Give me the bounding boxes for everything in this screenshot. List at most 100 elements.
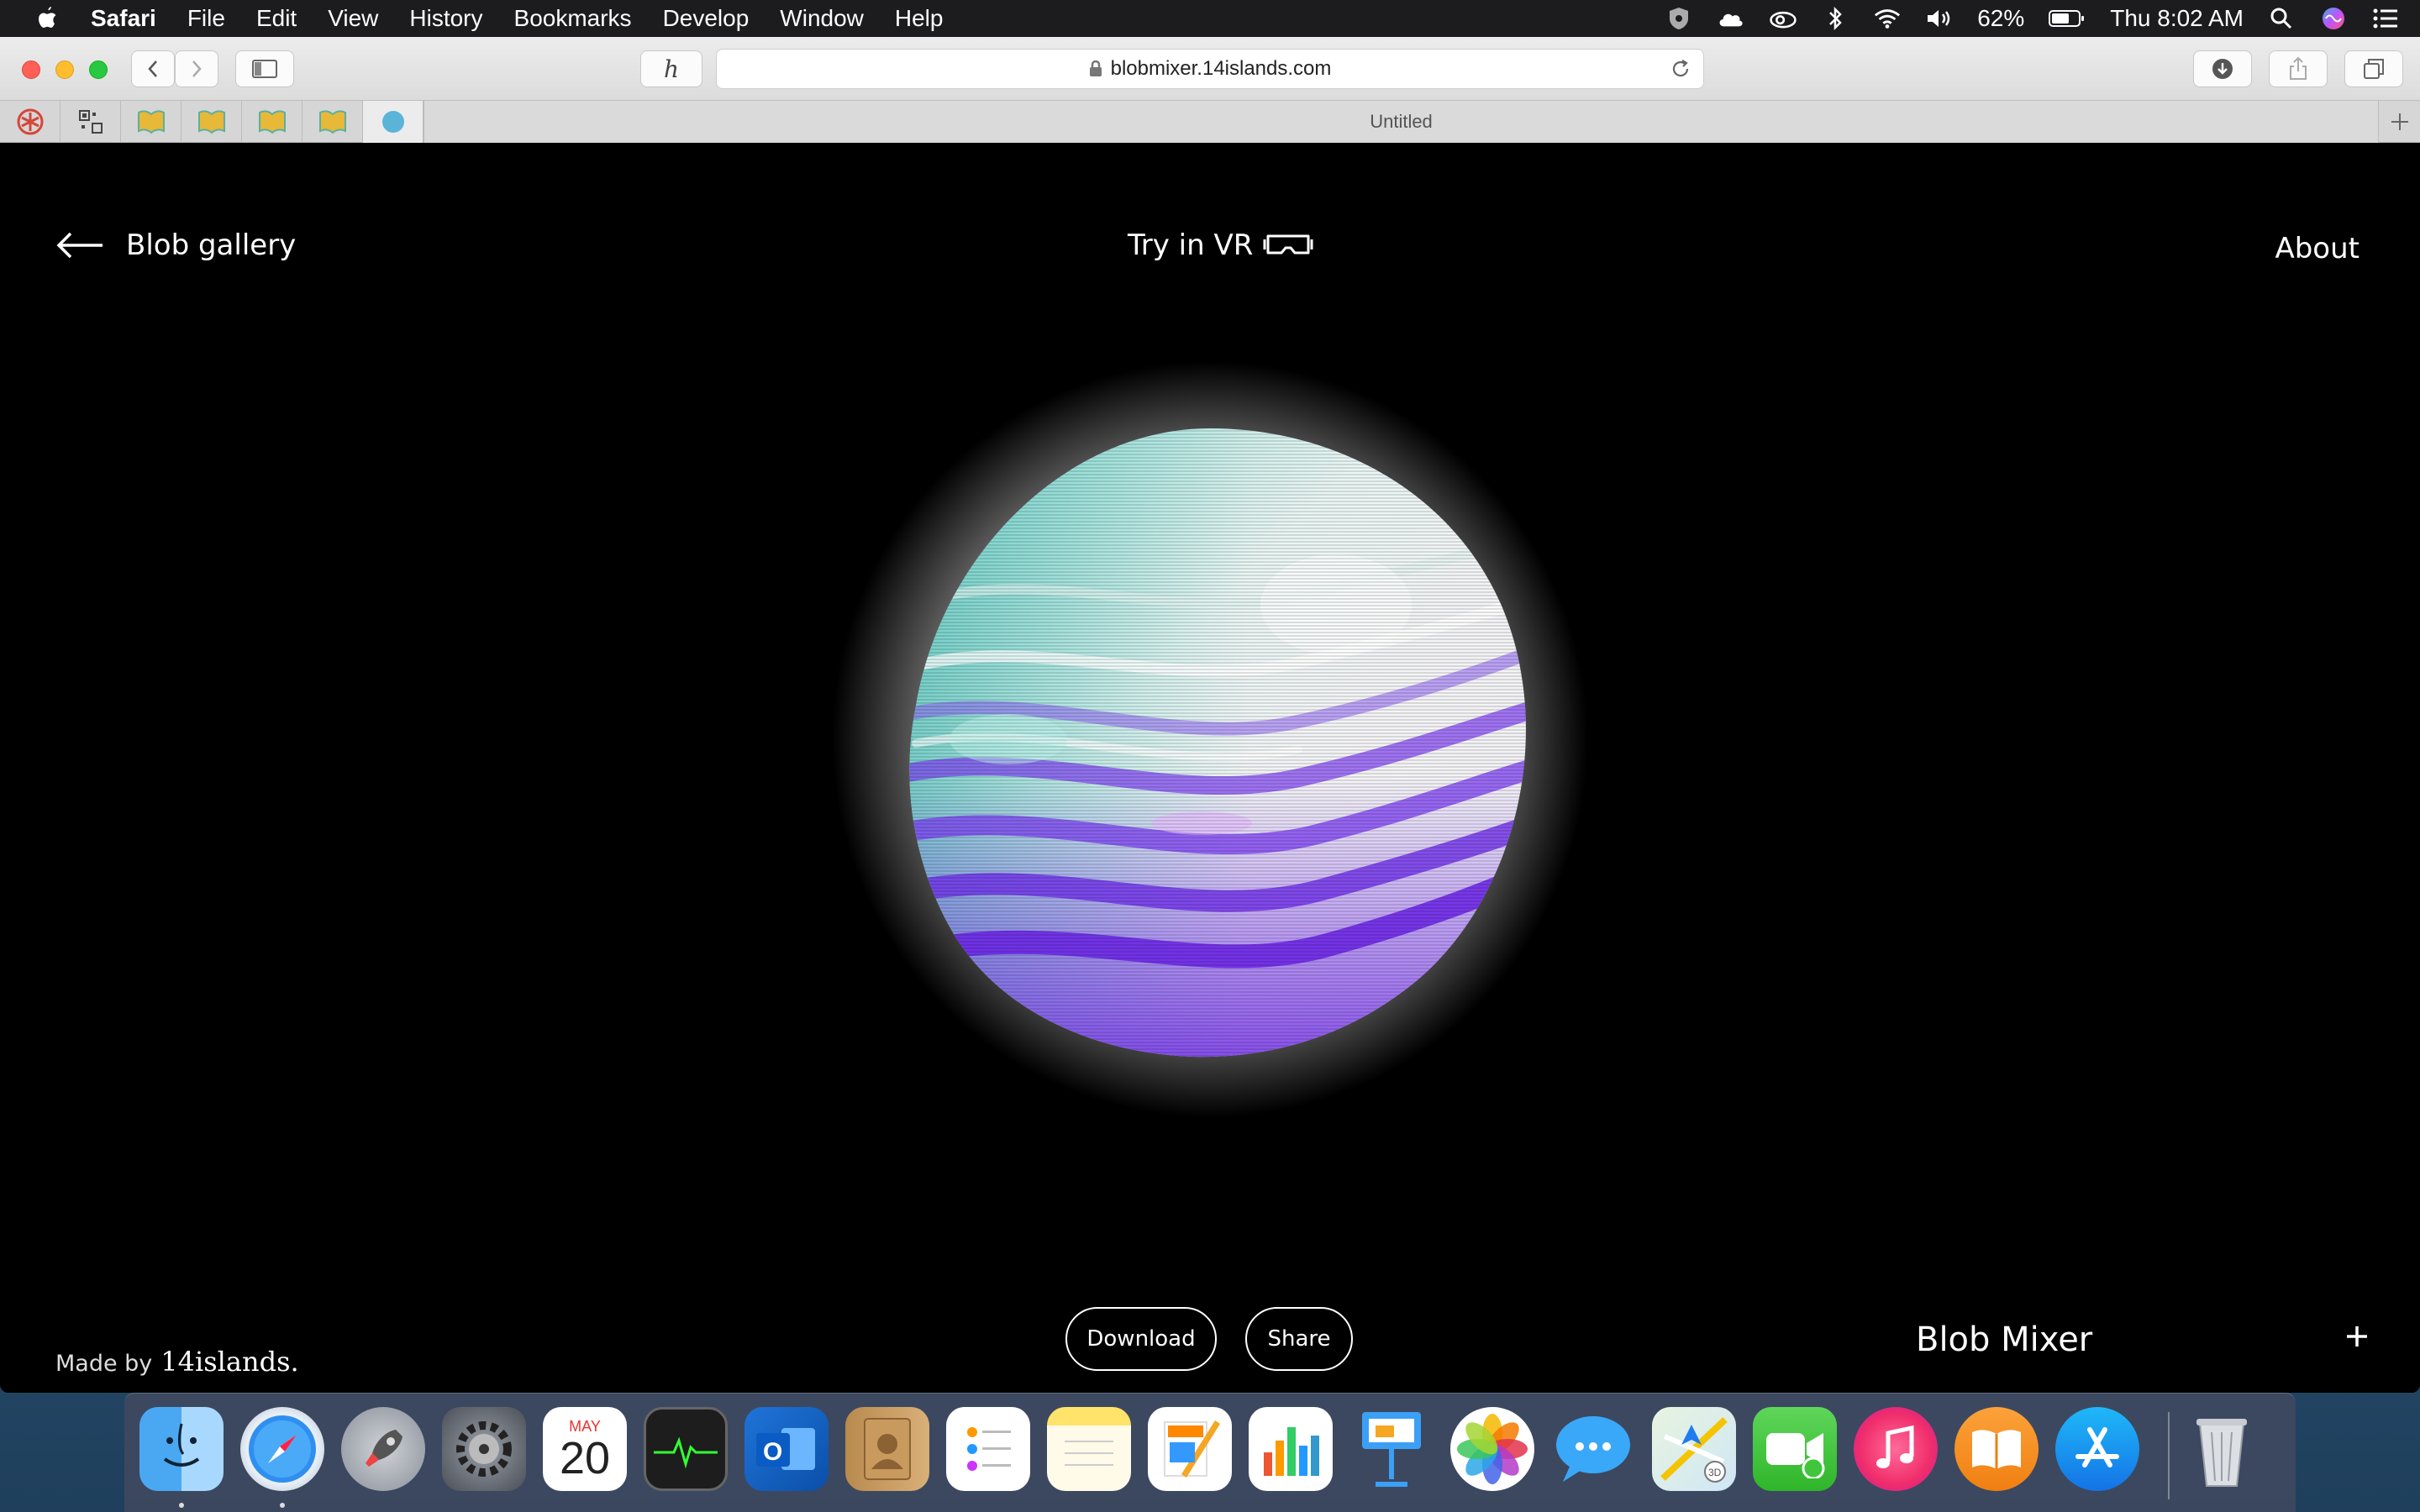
dock-messages[interactable] — [1551, 1407, 1635, 1491]
photos-flower-icon — [1457, 1414, 1528, 1484]
menu-window[interactable]: Window — [780, 5, 864, 32]
try-in-vr-label: Try in VR — [1128, 228, 1254, 262]
address-bar[interactable]: blobmixer.14islands.com — [716, 49, 1704, 89]
forward-button[interactable] — [175, 50, 218, 87]
battery-icon[interactable] — [2048, 6, 2086, 31]
contacts-book-icon — [864, 1418, 911, 1480]
menu-view[interactable]: View — [328, 5, 378, 32]
downloads-button[interactable] — [2193, 50, 2252, 87]
dock-contacts[interactable] — [845, 1407, 929, 1491]
honey-extension-icon: h — [664, 55, 679, 82]
tab-active[interactable]: Untitled — [424, 101, 2378, 143]
running-indicator — [280, 1503, 285, 1508]
zoom-window-button[interactable] — [89, 60, 108, 79]
apple-icon[interactable] — [32, 5, 62, 32]
dock-reminders[interactable] — [946, 1407, 1030, 1491]
made-by-credit: Made by 14islands. — [55, 1346, 299, 1378]
vr-headset-icon — [1263, 234, 1313, 255]
volume-icon[interactable] — [1925, 6, 1954, 31]
chevron-right-icon — [192, 60, 202, 77]
dock-pages[interactable] — [1148, 1407, 1232, 1491]
pinned-tab-4[interactable] — [182, 101, 242, 143]
dock-launchpad[interactable] — [341, 1407, 425, 1491]
bar-chart-icon — [1264, 1427, 1319, 1476]
menu-develop[interactable]: Develop — [663, 5, 750, 32]
dock-keynote[interactable] — [1349, 1407, 1434, 1491]
dock-app-store[interactable] — [2055, 1407, 2139, 1491]
asterisk-icon — [17, 108, 43, 135]
pinned-tab-5[interactable] — [242, 101, 302, 143]
dock-notes[interactable] — [1047, 1407, 1131, 1491]
dock-facetime[interactable] — [1753, 1407, 1837, 1491]
pinned-tab-7[interactable] — [363, 101, 424, 143]
tab-bar: Untitled — [0, 101, 2420, 143]
url-text[interactable]: blobmixer.14islands.com — [1111, 57, 1332, 81]
safari-window: h blobmixer.14islands.com Untitled Blob … — [0, 37, 2420, 1393]
menu-bookmarks[interactable]: Bookmarks — [514, 5, 632, 32]
dock-finder[interactable] — [139, 1407, 224, 1491]
menu-app-name[interactable]: Safari — [91, 5, 156, 32]
dock-activity-monitor[interactable] — [644, 1407, 728, 1491]
try-in-vr-link[interactable]: Try in VR — [1128, 228, 1313, 262]
dock-itunes[interactable] — [1854, 1407, 1938, 1491]
minimize-window-button[interactable] — [55, 60, 74, 79]
running-indicator — [179, 1503, 184, 1508]
dock-trash[interactable] — [2180, 1407, 2264, 1491]
download-button[interactable]: Download — [1065, 1307, 1217, 1371]
calendar-day: 20 — [559, 1432, 611, 1483]
expand-panel-button[interactable] — [2336, 1315, 2378, 1357]
dock-outlook[interactable]: O — [744, 1407, 829, 1491]
pinned-tab-3[interactable] — [121, 101, 182, 143]
14islands-link[interactable]: 14islands. — [160, 1346, 298, 1378]
menu-edit[interactable]: Edit — [256, 5, 297, 32]
shield-icon[interactable] — [1665, 6, 1693, 31]
notification-center-icon[interactable] — [2371, 6, 2400, 31]
made-by-prefix: Made by — [55, 1351, 153, 1377]
chevron-left-icon — [148, 60, 157, 77]
menu-help[interactable]: Help — [895, 5, 944, 32]
close-window-button[interactable] — [22, 60, 40, 79]
tabs-icon — [2364, 59, 2384, 79]
pinned-tab-2[interactable] — [60, 101, 121, 143]
share-toolbar-button[interactable] — [2269, 50, 2328, 87]
dock-maps[interactable]: 3D — [1652, 1407, 1736, 1491]
open-book-icon — [1972, 1430, 2021, 1469]
cloud-icon[interactable] — [1717, 6, 1745, 31]
back-button[interactable] — [131, 50, 175, 87]
tab-title-label: Untitled — [1370, 111, 1433, 132]
sidebar-button[interactable] — [235, 50, 294, 87]
tab-overview-button[interactable] — [2344, 50, 2403, 87]
menu-file[interactable]: File — [187, 5, 225, 32]
spotlight-search-icon[interactable] — [2267, 6, 2296, 31]
blob-canvas[interactable] — [823, 353, 1597, 1126]
book-icon — [258, 110, 286, 134]
plus-icon — [2347, 1326, 2367, 1347]
dock-numbers[interactable] — [1249, 1407, 1333, 1491]
about-link[interactable]: About — [2275, 232, 2360, 265]
pinned-tab-6[interactable] — [302, 101, 363, 143]
dock-safari[interactable] — [240, 1407, 324, 1491]
new-tab-button[interactable] — [2378, 101, 2420, 143]
pinned-tab-1[interactable] — [0, 101, 60, 143]
menu-bar: Safari File Edit View History Bookmarks … — [0, 0, 2420, 37]
share-button[interactable]: Share — [1245, 1307, 1353, 1371]
blob-gallery-link[interactable]: Blob gallery — [55, 228, 296, 262]
menu-clock[interactable]: Thu 8:02 AM — [2110, 5, 2244, 32]
dock-system-preferences[interactable] — [442, 1407, 526, 1491]
book-icon — [137, 110, 165, 134]
menu-history[interactable]: History — [409, 5, 482, 32]
reload-icon[interactable] — [1670, 58, 1691, 86]
dock-books[interactable] — [1954, 1407, 2039, 1491]
blob-gallery-label: Blob gallery — [126, 228, 297, 262]
dock-calendar[interactable]: MAY 20 — [543, 1407, 627, 1491]
dock-photos[interactable] — [1450, 1407, 1534, 1491]
trash-can-icon — [2196, 1419, 2247, 1487]
blue-dot-icon — [381, 111, 404, 133]
extension-button[interactable]: h — [640, 50, 702, 87]
creative-cloud-icon[interactable] — [1769, 6, 1797, 31]
lock-icon — [1089, 60, 1102, 77]
bluetooth-icon[interactable] — [1821, 6, 1849, 31]
wifi-icon[interactable] — [1873, 6, 1902, 31]
plus-icon — [2391, 113, 2408, 130]
siri-icon[interactable] — [2319, 6, 2348, 31]
